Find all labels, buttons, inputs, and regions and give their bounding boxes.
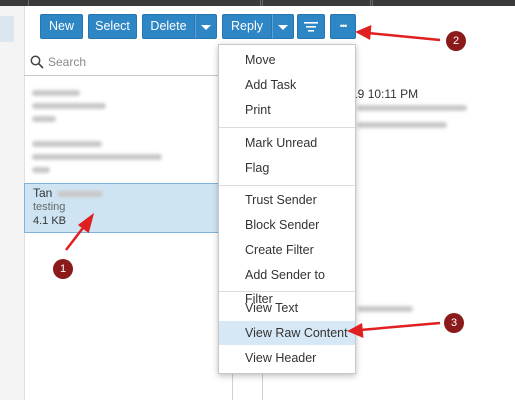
annotation-badge-3: 3: [444, 313, 464, 333]
annotation-badge-1: 1: [53, 259, 73, 279]
annotation-arrowhead-2: [355, 25, 372, 41]
annotation-badge-2: 2: [446, 31, 466, 51]
annotation-arrowhead-3: [347, 322, 364, 338]
annotation-arrow-3: [359, 321, 441, 332]
annotation-arrows: [65, 25, 441, 338]
annotation-arrow-2: [367, 31, 441, 42]
